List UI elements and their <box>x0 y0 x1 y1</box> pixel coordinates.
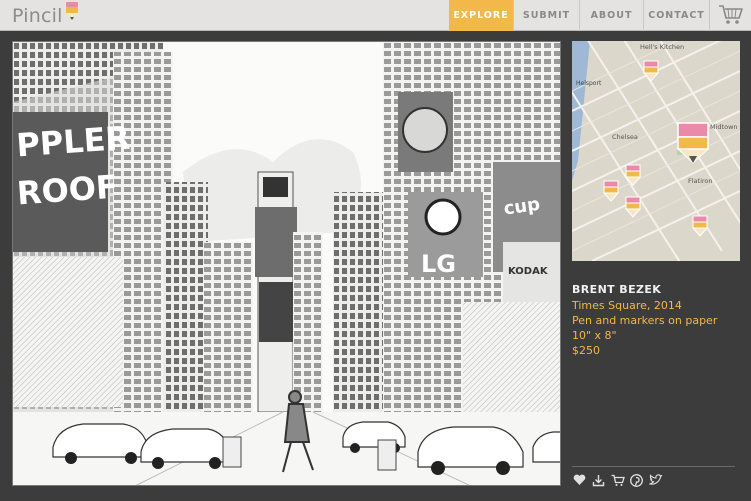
map-label-helsport: Helsport <box>576 80 602 87</box>
cart-icon[interactable] <box>610 473 625 488</box>
artwork-price: $250 <box>572 344 600 357</box>
cart-button[interactable] <box>709 0 751 31</box>
map-label-hells-kitchen: Hell's Kitchen <box>640 43 684 51</box>
artwork-title-year: Times Square, 2014 <box>572 299 682 312</box>
map-label-midtown: Midtown <box>710 123 738 131</box>
svg-text:PPLER: PPLER <box>15 119 131 165</box>
artist-name[interactable]: BRENT BEZEK <box>572 282 742 297</box>
artwork-size: 10" x 8" <box>572 329 617 342</box>
main-nav: EXPLORE SUBMIT ABOUT CONTACT <box>449 0 751 31</box>
nav-contact[interactable]: CONTACT <box>643 0 709 31</box>
map-label-chelsea: Chelsea <box>612 133 638 141</box>
pinterest-icon[interactable] <box>629 473 644 488</box>
location-map[interactable]: Hell's Kitchen Midtown Chelsea Flatiron … <box>572 41 740 261</box>
artwork-details: BRENT BEZEK Times Square, 2014 Pen and m… <box>572 282 742 358</box>
pencil-logo-icon <box>65 1 79 25</box>
action-bar <box>572 472 663 488</box>
svg-text:KODAK: KODAK <box>508 266 549 277</box>
svg-text:LG: LG <box>421 250 456 278</box>
site-header: Pincil EXPLORE SUBMIT ABOUT CONTACT <box>0 0 751 31</box>
logo-text: Pincil <box>12 5 63 27</box>
divider <box>572 466 735 467</box>
nav-about[interactable]: ABOUT <box>579 0 643 31</box>
map-label-flatiron: Flatiron <box>688 177 713 185</box>
artwork-image[interactable]: PPLER ROOF LG cup KODAK <box>12 41 561 486</box>
twitter-icon[interactable] <box>648 473 663 488</box>
svg-text:ROOF: ROOF <box>16 168 119 213</box>
download-icon[interactable] <box>591 473 606 488</box>
cart-icon <box>718 3 744 28</box>
nav-explore[interactable]: EXPLORE <box>449 0 513 31</box>
map-canvas: Hell's Kitchen Midtown Chelsea Flatiron … <box>572 41 740 261</box>
logo[interactable]: Pincil <box>12 1 79 28</box>
heart-icon[interactable] <box>572 473 587 488</box>
artwork-medium: Pen and markers on paper <box>572 314 718 327</box>
times-square-sketch: PPLER ROOF LG cup KODAK <box>13 42 560 485</box>
nav-submit[interactable]: SUBMIT <box>513 0 579 31</box>
